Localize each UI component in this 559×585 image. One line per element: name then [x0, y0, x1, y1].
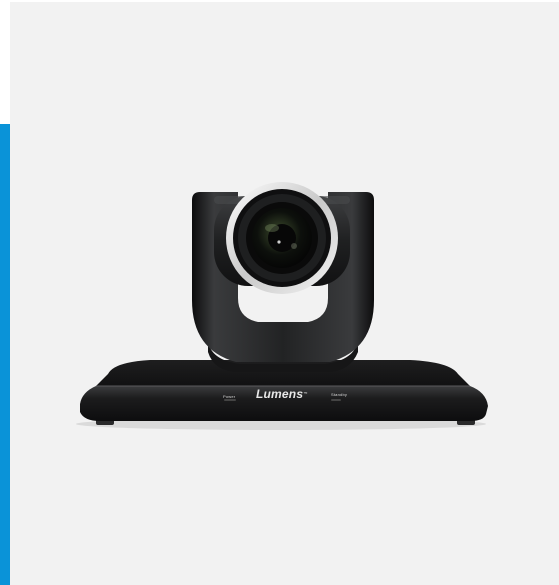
standby-label: Standby	[331, 392, 348, 397]
ptz-camera-image	[76, 182, 488, 430]
power-label: Power	[223, 394, 236, 399]
brand-logo: Lumens™	[256, 387, 307, 401]
brand-text: Lumens	[256, 387, 304, 401]
page: Power Standby Lumens™	[0, 0, 559, 585]
trademark-symbol: ™	[303, 391, 308, 396]
